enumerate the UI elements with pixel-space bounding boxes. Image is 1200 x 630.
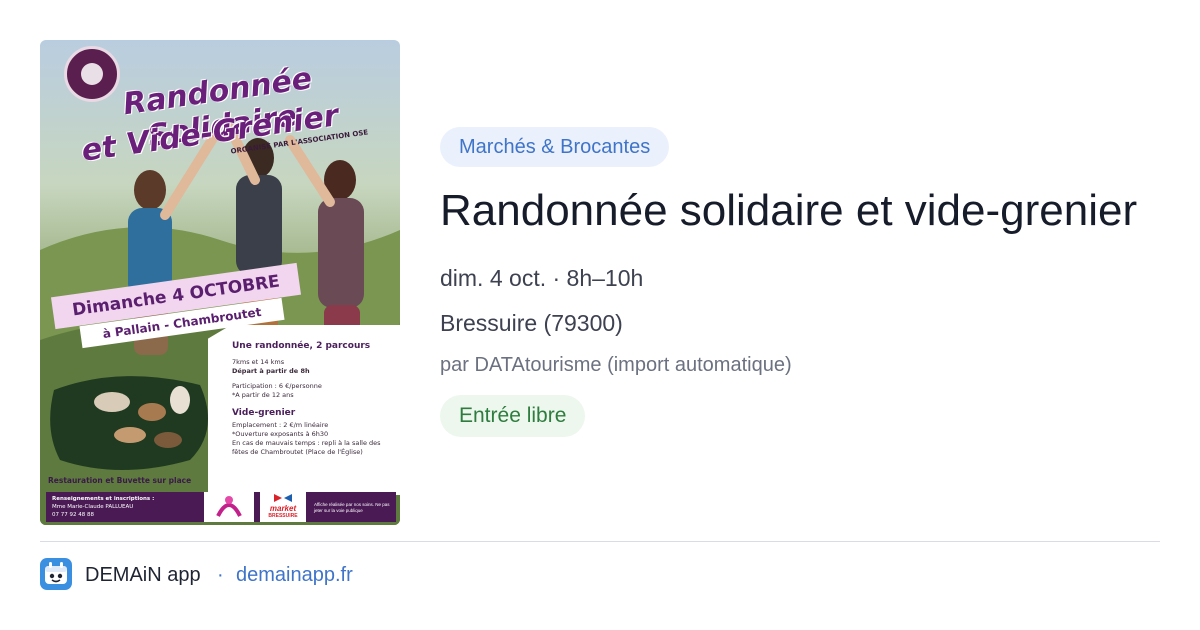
category-chip[interactable]: Marchés & Brocantes [440, 127, 670, 167]
event-source: par DATAtourisme (import automatique) [440, 354, 792, 376]
footer-app-name: DEMAiN app [85, 564, 201, 586]
footer-site-link[interactable]: demainapp.fr [236, 561, 353, 589]
poster-contact-phone: 07 77 92 48 88 [52, 512, 94, 518]
footer-separator: · [217, 564, 224, 586]
poster-contact-heading: Renseignements et inscriptions : [52, 496, 155, 502]
event-location: Bressuire (79300) [440, 310, 623, 336]
carrefour-market-logo-icon: market BRESSUIRE [260, 492, 306, 522]
event-datetime: dim. 4 oct. · 8h–10h [440, 265, 644, 291]
poster-contact-name: Mme Marie-Claude PALLUEAU [52, 504, 134, 510]
poster-hike-fee: Participation : 6 €/personne [232, 382, 322, 390]
poster-legal: Affiche réalisée par nos soins. Ne pas j… [314, 502, 390, 513]
poster-info-panel: Une randonnée, 2 parcours 7kms et 14 kms… [208, 325, 400, 495]
poster-hike-distances: 7kms et 14 kms [232, 358, 285, 366]
poster-sale-opening: *Ouverture exposants à 6h30 [232, 430, 329, 438]
sponsor-city: BRESSUIRE [268, 513, 298, 519]
sponsor-logo-icon [204, 492, 254, 522]
footer-divider [40, 541, 1160, 542]
poster-hike-start: Départ à partir de 8h [232, 367, 310, 375]
poster-hike-age: *A partir de 12 ans [232, 391, 294, 399]
poster-food: Restauration et Buvette sur place [48, 476, 192, 485]
poster-sale-space: Emplacement : 2 €/m linéaire [232, 421, 329, 429]
poster-contact: Renseignements et inscriptions : Mme Mar… [52, 495, 202, 519]
poster-sale-heading: Vide-grenier [232, 408, 296, 418]
event-poster-image: Randonnée Solidaire et Vide-Grenier ORGA… [40, 40, 400, 525]
sponsor-label: market [269, 504, 297, 513]
event-title: Randonnée solidaire et vide-grenier [440, 186, 1138, 235]
price-chip: Entrée libre [440, 395, 586, 437]
poster-hike-heading: Une randonnée, 2 parcours [232, 341, 371, 351]
poster-footer-band: Renseignements et inscriptions : Mme Mar… [46, 492, 396, 522]
demain-app-icon [40, 558, 72, 590]
poster-sale-weather: En cas de mauvais temps : repli à la sal… [232, 439, 381, 456]
